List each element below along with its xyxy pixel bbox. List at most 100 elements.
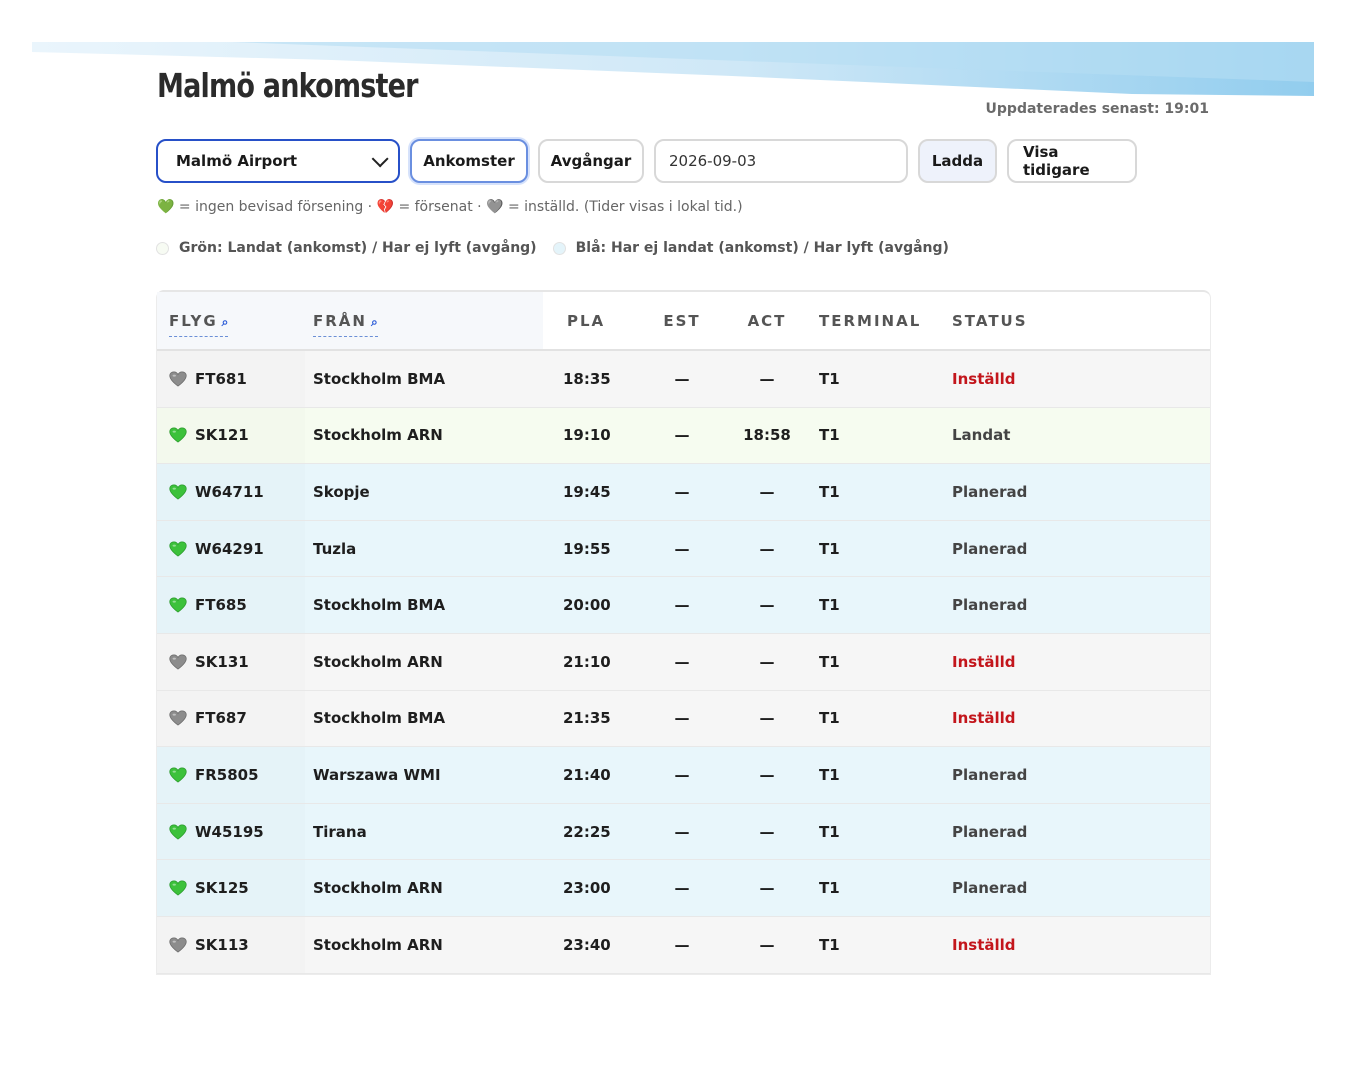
header-act: ACT <box>747 312 787 330</box>
planned-time: 22:25 <box>563 822 611 841</box>
status-cell: Planerad <box>952 879 1028 898</box>
status-cell: Inställd <box>952 709 1016 728</box>
flight-cell: SK125 <box>157 879 313 897</box>
heart-legend: 💚 = ingen bevisad försening · 💔 = försen… <box>157 199 743 215</box>
status-cell: Planerad <box>952 596 1028 615</box>
table-row: FT687 Stockholm BMA 21:35 — — T1 Inställd <box>157 690 1210 748</box>
flight-cell: FT685 <box>157 596 313 614</box>
origin-cell: Tuzla <box>313 539 357 558</box>
terminal-cell: T1 <box>819 482 840 501</box>
last-updated: Uppdaterades senast: 19:01 <box>985 101 1209 117</box>
airport-select[interactable]: Malmö Airport <box>156 139 400 183</box>
flight-cell: FT681 <box>157 370 313 388</box>
table-row: FT685 Stockholm BMA 20:00 — — T1 Planerad <box>157 577 1210 634</box>
status-cell: Planerad <box>952 539 1028 558</box>
flight-number: W45195 <box>195 822 264 841</box>
origin-cell: Stockholm ARN <box>313 935 443 954</box>
table-row: SK125 Stockholm ARN 23:00 — — T1 Planerad <box>157 860 1210 917</box>
chevron-down-icon <box>371 150 389 168</box>
load-button[interactable]: Ladda <box>918 139 997 183</box>
airport-select-value: Malmö Airport <box>176 152 298 170</box>
planned-time: 23:00 <box>563 879 611 898</box>
gray-heart-icon <box>169 710 195 726</box>
estimated-time: — <box>674 822 690 841</box>
flight-number: FT681 <box>195 369 247 388</box>
flight-cell: W45195 <box>157 823 313 841</box>
table-header: FLYG ⌕ FRÅN ⌕ PLA EST ACT TERMINAL STATUS <box>157 292 1210 351</box>
terminal-cell: T1 <box>819 935 840 954</box>
header-pla: PLA <box>567 312 606 330</box>
table-row: W64291 Tuzla 19:55 — — T1 Planerad <box>157 520 1210 578</box>
header-from[interactable]: FRÅN ⌕ <box>313 312 378 337</box>
table-row: FT681 Stockholm BMA 18:35 — — T1 Inställd <box>157 351 1210 408</box>
estimated-time: — <box>674 935 690 954</box>
terminal-cell: T1 <box>819 369 840 388</box>
search-icon[interactable]: ⌕ <box>222 315 229 329</box>
flight-cell: W64711 <box>157 483 313 501</box>
estimated-time: — <box>674 709 690 728</box>
page-title: Malmö ankomster <box>157 66 419 105</box>
header-terminal: TERMINAL <box>819 312 922 330</box>
toolbar: Malmö Airport Ankomster Avgångar 2026-09… <box>156 139 1137 185</box>
actual-time: — <box>759 369 775 388</box>
origin-cell: Stockholm BMA <box>313 709 446 728</box>
planned-time: 19:55 <box>563 539 611 558</box>
table-row: SK121 Stockholm ARN 19:10 — 18:58 T1 Landat <box>157 407 1210 465</box>
planned-time: 23:40 <box>563 935 611 954</box>
terminal-cell: T1 <box>819 596 840 615</box>
origin-cell: Stockholm BMA <box>313 596 446 615</box>
gray-heart-icon <box>169 937 195 953</box>
header-flight[interactable]: FLYG ⌕ <box>169 312 229 337</box>
planned-time: 19:10 <box>563 426 611 445</box>
date-input[interactable]: 2026-09-03 <box>654 139 908 183</box>
flight-number: FR5805 <box>195 765 259 784</box>
color-legend: Grön: Landat (ankomst) / Har ej lyft (av… <box>156 240 949 256</box>
gray-heart-icon <box>169 654 195 670</box>
flight-cell: FR5805 <box>157 766 313 784</box>
actual-time: — <box>759 596 775 615</box>
planned-time: 21:35 <box>563 709 611 728</box>
status-cell: Inställd <box>952 369 1016 388</box>
planned-time: 21:40 <box>563 765 611 784</box>
terminal-cell: T1 <box>819 539 840 558</box>
gray-heart-icon <box>169 371 195 387</box>
blue-legend-label: Blå: Har ej landat (ankomst) / Har lyft … <box>575 240 949 256</box>
table-body: FT681 Stockholm BMA 18:35 — — T1 Inställd SK121… <box>157 351 1210 974</box>
flight-cell: SK121 <box>157 426 313 444</box>
planned-time: 20:00 <box>563 596 611 615</box>
show-earlier-button[interactable]: Visa tidigare <box>1007 139 1137 183</box>
estimated-time: — <box>674 539 690 558</box>
table-row: W64711 Skopje 19:45 — — T1 Planerad <box>157 464 1210 521</box>
origin-cell: Warszawa WMI <box>313 765 441 784</box>
arrivals-button[interactable]: Ankomster <box>410 139 528 183</box>
flight-cell: W64291 <box>157 540 313 558</box>
green-legend-label: Grön: Landat (ankomst) / Har ej lyft (av… <box>179 240 537 256</box>
search-icon[interactable]: ⌕ <box>371 315 378 329</box>
status-cell: Inställd <box>952 652 1016 671</box>
actual-time: — <box>759 539 775 558</box>
estimated-time: — <box>674 879 690 898</box>
departures-button[interactable]: Avgångar <box>538 139 644 183</box>
estimated-time: — <box>674 482 690 501</box>
green-heart-icon <box>169 484 195 500</box>
estimated-time: — <box>674 426 690 445</box>
origin-cell: Stockholm ARN <box>313 652 443 671</box>
green-heart-icon <box>169 541 195 557</box>
actual-time: — <box>759 482 775 501</box>
origin-cell: Stockholm ARN <box>313 426 443 445</box>
status-cell: Inställd <box>952 935 1016 954</box>
arrivals-table: FLYG ⌕ FRÅN ⌕ PLA EST ACT TERMINAL STATUS … <box>156 290 1211 975</box>
estimated-time: — <box>674 596 690 615</box>
flight-number: SK121 <box>195 426 249 445</box>
origin-cell: Stockholm BMA <box>313 369 446 388</box>
flight-cell: SK113 <box>157 936 313 954</box>
table-row: SK113 Stockholm ARN 23:40 — — T1 Inställd <box>157 916 1210 974</box>
flight-number: SK113 <box>195 935 249 954</box>
flight-number: FT685 <box>195 596 247 615</box>
actual-time: — <box>759 709 775 728</box>
blue-dot-icon <box>552 241 566 255</box>
table-row: SK131 Stockholm ARN 21:10 — — T1 Inställd <box>157 633 1210 691</box>
status-cell: Planerad <box>952 765 1028 784</box>
terminal-cell: T1 <box>819 822 840 841</box>
terminal-cell: T1 <box>819 652 840 671</box>
